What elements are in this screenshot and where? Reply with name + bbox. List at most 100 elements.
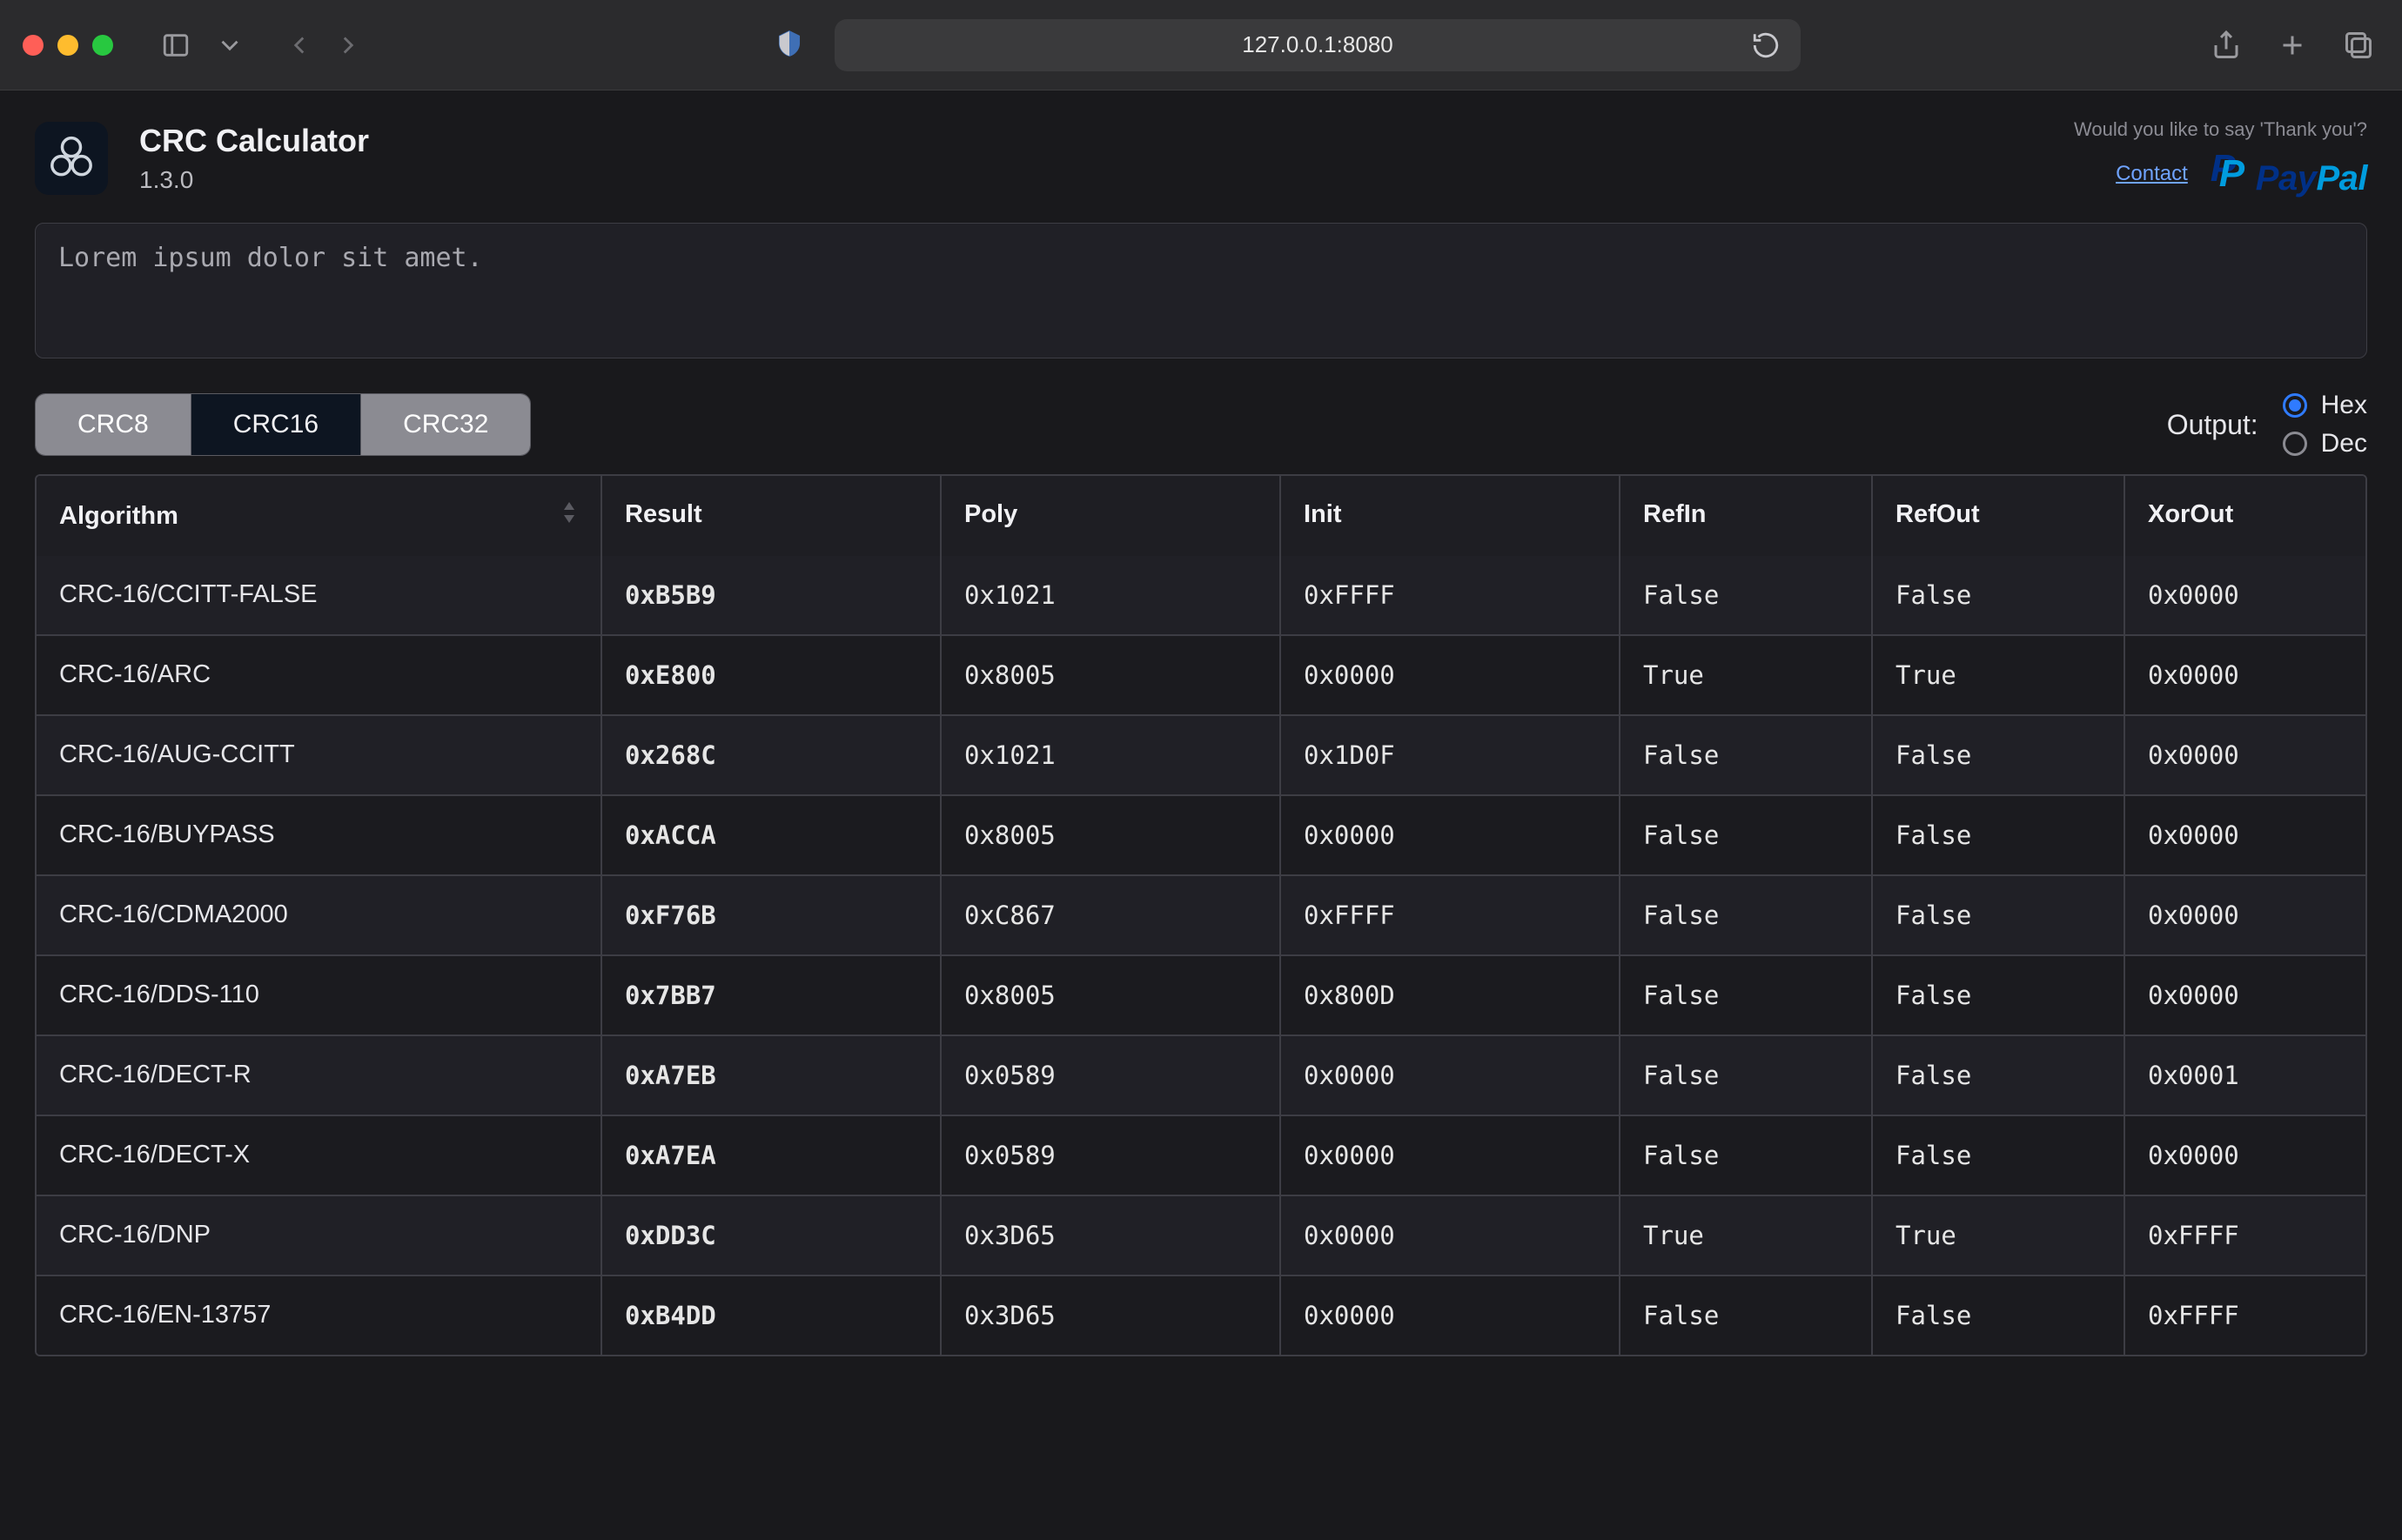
cell-refin: False bbox=[1620, 556, 1873, 634]
cell-refout: False bbox=[1873, 716, 2125, 794]
cell-xorout: 0x0000 bbox=[2125, 636, 2367, 714]
col-header-algorithm[interactable]: Algorithm bbox=[37, 476, 602, 556]
cell-poly: 0x1021 bbox=[942, 556, 1281, 634]
tab-crc16[interactable]: CRC16 bbox=[191, 394, 361, 455]
cell-refin: False bbox=[1620, 1276, 1873, 1355]
paypal-button[interactable]: PP PayPal bbox=[2211, 150, 2367, 198]
app-header: CRC Calculator 1.3.0 Would you like to s… bbox=[35, 90, 2367, 223]
radio-label: Dec bbox=[2321, 429, 2367, 459]
window-minimize-button[interactable] bbox=[57, 35, 78, 56]
cell-algorithm: CRC-16/EN-13757 bbox=[37, 1276, 602, 1355]
input-textarea[interactable] bbox=[35, 223, 2367, 358]
tab-crc8[interactable]: CRC8 bbox=[36, 394, 191, 455]
radio-icon bbox=[2283, 393, 2307, 418]
cell-result: 0xF76B bbox=[602, 876, 942, 954]
cell-poly: 0x3D65 bbox=[942, 1276, 1281, 1355]
tab-crc32[interactable]: CRC32 bbox=[361, 394, 530, 455]
cell-init: 0x800D bbox=[1281, 956, 1620, 1034]
cell-init: 0xFFFF bbox=[1281, 876, 1620, 954]
cell-result: 0xB4DD bbox=[602, 1276, 942, 1355]
table-row: CRC-16/DDS-1100x7BB70x80050x800DFalseFal… bbox=[37, 954, 2365, 1034]
cell-result: 0xDD3C bbox=[602, 1196, 942, 1275]
cell-poly: 0x8005 bbox=[942, 796, 1281, 874]
cell-algorithm: CRC-16/CCITT-FALSE bbox=[37, 556, 602, 634]
forward-button[interactable] bbox=[327, 24, 369, 66]
privacy-shield-icon[interactable] bbox=[774, 28, 805, 63]
cell-result: 0xA7EA bbox=[602, 1116, 942, 1195]
cell-refout: False bbox=[1873, 1036, 2125, 1115]
col-header-poly[interactable]: Poly bbox=[942, 476, 1281, 556]
cell-refin: False bbox=[1620, 876, 1873, 954]
cell-refout: False bbox=[1873, 796, 2125, 874]
cell-refin: False bbox=[1620, 796, 1873, 874]
table-row: CRC-16/EN-137570xB4DD0x3D650x0000FalseFa… bbox=[37, 1275, 2365, 1355]
paypal-text-pay: Pay bbox=[2256, 159, 2317, 198]
cell-xorout: 0x0000 bbox=[2125, 1116, 2367, 1195]
tab-overview-icon[interactable] bbox=[2338, 24, 2379, 66]
table-body: CRC-16/CCITT-FALSE0xB5B90x10210xFFFFFals… bbox=[37, 556, 2365, 1355]
col-header-refout[interactable]: RefOut bbox=[1873, 476, 2125, 556]
new-tab-icon[interactable] bbox=[2271, 24, 2313, 66]
cell-refout: True bbox=[1873, 636, 2125, 714]
col-header-xorout[interactable]: XorOut bbox=[2125, 476, 2367, 556]
radio-label: Hex bbox=[2321, 391, 2367, 420]
cell-poly: 0x0589 bbox=[942, 1036, 1281, 1115]
cell-result: 0xA7EB bbox=[602, 1036, 942, 1115]
address-bar-url: 127.0.0.1:8080 bbox=[1242, 31, 1393, 58]
cell-refin: False bbox=[1620, 716, 1873, 794]
cell-refin: True bbox=[1620, 1196, 1873, 1275]
window-controls bbox=[23, 35, 113, 56]
app-title: CRC Calculator bbox=[139, 123, 369, 159]
output-radio-dec[interactable]: Dec bbox=[2283, 429, 2367, 459]
window-zoom-button[interactable] bbox=[92, 35, 113, 56]
cell-poly: 0x1021 bbox=[942, 716, 1281, 794]
sort-icon bbox=[560, 500, 578, 532]
cell-init: 0xFFFF bbox=[1281, 556, 1620, 634]
table-row: CRC-16/CCITT-FALSE0xB5B90x10210xFFFFFals… bbox=[37, 556, 2365, 634]
cell-init: 0x0000 bbox=[1281, 1036, 1620, 1115]
tab-groups-dropdown-icon[interactable] bbox=[209, 24, 251, 66]
sidebar-toggle-icon[interactable] bbox=[155, 24, 197, 66]
cell-xorout: 0xFFFF bbox=[2125, 1196, 2367, 1275]
reload-icon[interactable] bbox=[1745, 24, 1787, 66]
share-icon[interactable] bbox=[2205, 24, 2247, 66]
address-bar[interactable]: 127.0.0.1:8080 bbox=[835, 19, 1801, 71]
cell-poly: 0x8005 bbox=[942, 636, 1281, 714]
output-radio-hex[interactable]: Hex bbox=[2283, 391, 2367, 420]
col-header-init[interactable]: Init bbox=[1281, 476, 1620, 556]
page-content: CRC Calculator 1.3.0 Would you like to s… bbox=[0, 90, 2402, 1540]
window-close-button[interactable] bbox=[23, 35, 44, 56]
cell-refout: False bbox=[1873, 876, 2125, 954]
cell-init: 0x0000 bbox=[1281, 1196, 1620, 1275]
output-radio-group: Hex Dec bbox=[2283, 391, 2367, 459]
cell-poly: 0x0589 bbox=[942, 1116, 1281, 1195]
table-row: CRC-16/DNP0xDD3C0x3D650x0000TrueTrue0xFF… bbox=[37, 1195, 2365, 1275]
cell-algorithm: CRC-16/DNP bbox=[37, 1196, 602, 1275]
cell-refin: False bbox=[1620, 956, 1873, 1034]
table-row: CRC-16/ARC0xE8000x80050x0000TrueTrue0x00… bbox=[37, 634, 2365, 714]
cell-result: 0xB5B9 bbox=[602, 556, 942, 634]
cell-xorout: 0x0000 bbox=[2125, 556, 2367, 634]
col-header-result[interactable]: Result bbox=[602, 476, 942, 556]
cell-refout: False bbox=[1873, 556, 2125, 634]
cell-xorout: 0x0000 bbox=[2125, 716, 2367, 794]
output-label: Output: bbox=[2167, 409, 2258, 441]
contact-link[interactable]: Contact bbox=[2116, 162, 2188, 186]
table-row: CRC-16/CDMA20000xF76B0xC8670xFFFFFalseFa… bbox=[37, 874, 2365, 954]
cell-algorithm: CRC-16/AUG-CCITT bbox=[37, 716, 602, 794]
table-header-row: Algorithm Result Poly Init RefIn RefOut … bbox=[37, 476, 2365, 556]
app-logo-icon bbox=[35, 122, 108, 195]
col-header-refin[interactable]: RefIn bbox=[1620, 476, 1873, 556]
cell-poly: 0x3D65 bbox=[942, 1196, 1281, 1275]
cell-algorithm: CRC-16/BUYPASS bbox=[37, 796, 602, 874]
cell-xorout: 0xFFFF bbox=[2125, 1276, 2367, 1355]
cell-result: 0xE800 bbox=[602, 636, 942, 714]
col-header-algorithm-label: Algorithm bbox=[59, 502, 178, 531]
navigation-arrows bbox=[278, 24, 369, 66]
cell-refin: True bbox=[1620, 636, 1873, 714]
cell-init: 0x0000 bbox=[1281, 636, 1620, 714]
cell-result: 0x7BB7 bbox=[602, 956, 942, 1034]
table-row: CRC-16/DECT-X0xA7EA0x05890x0000FalseFals… bbox=[37, 1115, 2365, 1195]
back-button[interactable] bbox=[278, 24, 320, 66]
cell-xorout: 0x0001 bbox=[2125, 1036, 2367, 1115]
